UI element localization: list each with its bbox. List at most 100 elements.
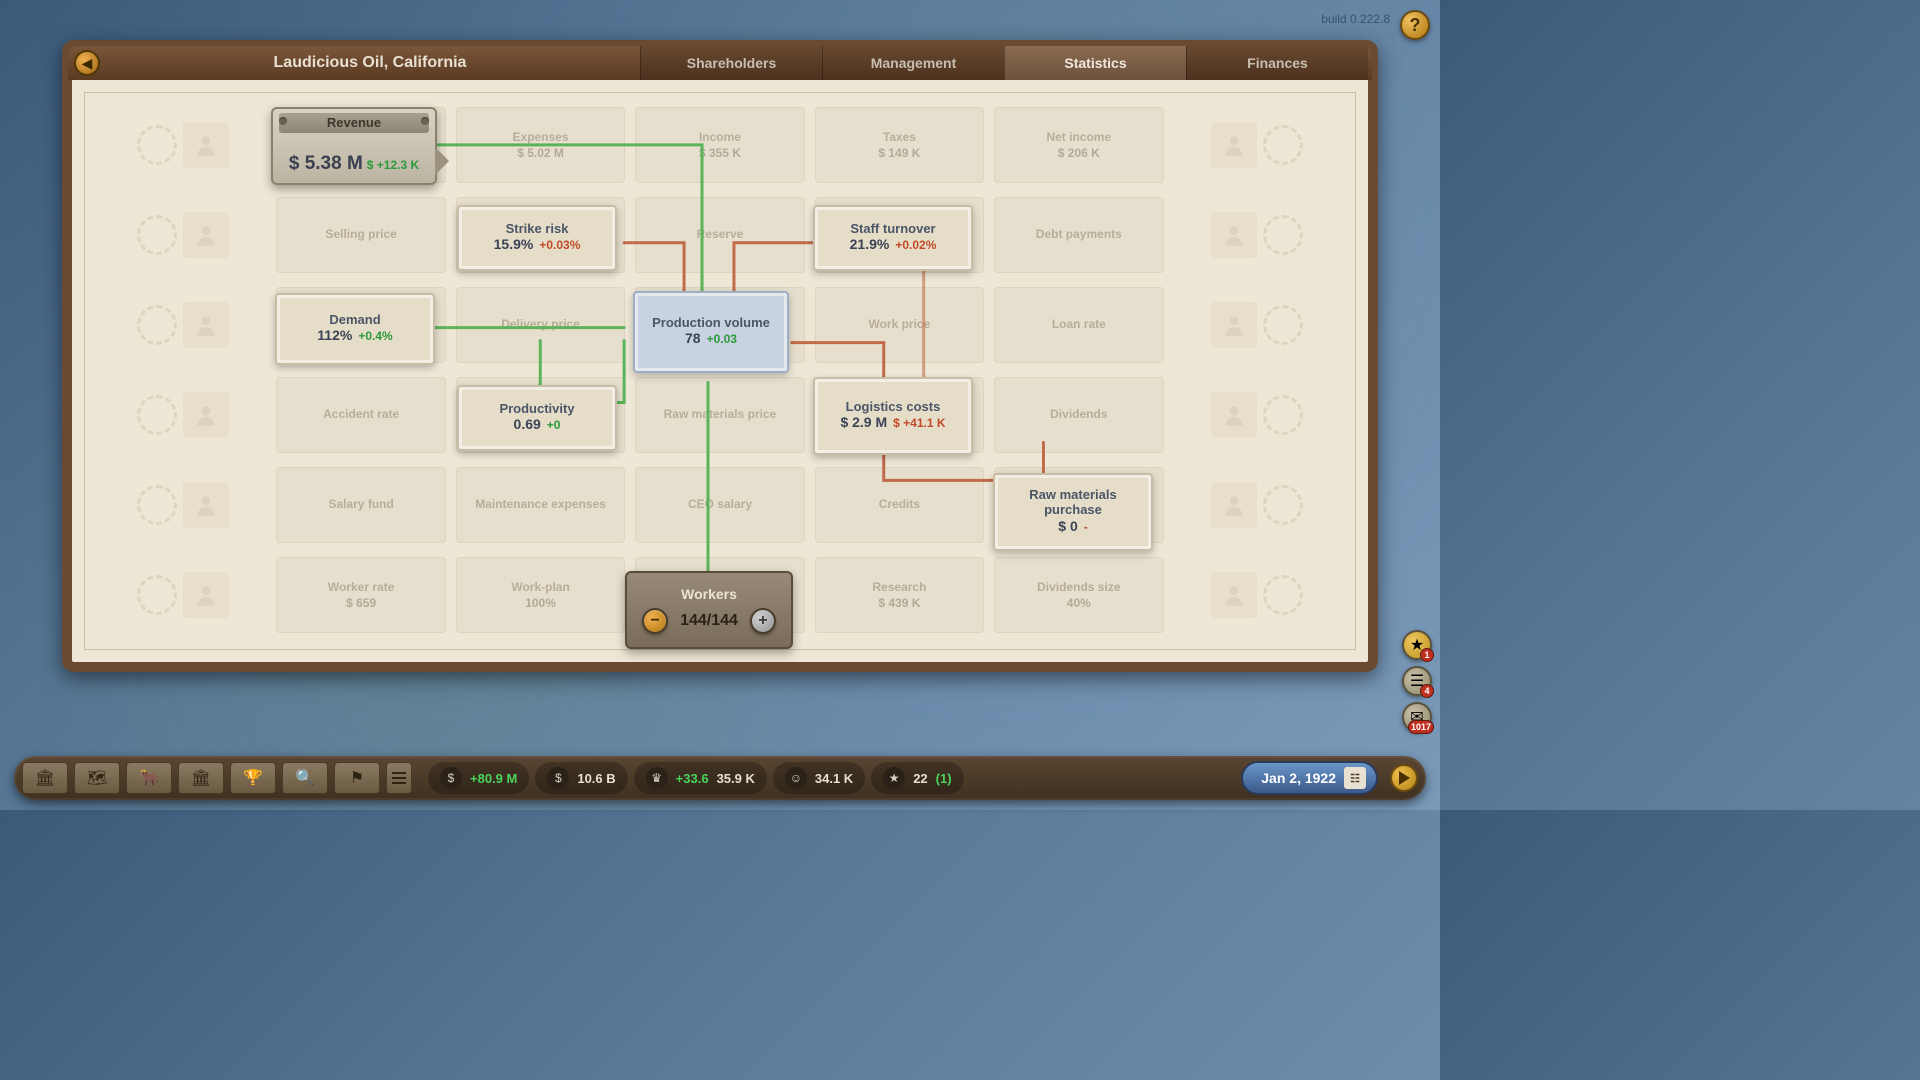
workers-decrease-button[interactable]: − — [642, 608, 668, 634]
magnifier-icon: 🔍 — [295, 768, 315, 788]
stat-balance[interactable]: $ 10.6 B — [535, 762, 627, 794]
hud-government-button[interactable]: 🏛 — [178, 762, 224, 794]
node-delta: +0 — [547, 418, 561, 432]
panel-header: ◀ Laudicious Oil, California Shareholder… — [68, 46, 1372, 80]
manager-slot — [99, 557, 266, 633]
bg-delivery-price: Delivery price — [456, 287, 625, 363]
panel-body: Expenses$ 5.02 M Income$ 355 K Taxes$ 14… — [84, 92, 1356, 650]
productivity-card[interactable]: Productivity 0.69 +0 — [457, 385, 617, 451]
logistics-costs-card[interactable]: Logistics costs $ 2.9 M$ +41.1 K — [813, 377, 973, 455]
strike-risk-card[interactable]: Strike risk 15.9%+0.03% — [457, 205, 617, 271]
bg-raw-materials-price: Raw materials price — [635, 377, 804, 453]
stat-cash[interactable]: $ +80.9 M — [428, 762, 529, 794]
bg-credits: Credits — [815, 467, 984, 543]
flag-icon: ⚑ — [350, 768, 364, 788]
mail-badge: 1017 — [1408, 720, 1434, 734]
cash-delta: +80.9 M — [470, 771, 517, 786]
node-label: Raw materials purchase — [1005, 488, 1141, 518]
panel-title: Laudicious Oil, California — [100, 54, 640, 72]
star-value: 22 — [913, 771, 927, 786]
node-delta: +0.03 — [707, 332, 737, 346]
revenue-label: Revenue — [279, 113, 429, 133]
people-icon: ☺ — [785, 767, 807, 789]
node-value: 21.9% — [850, 236, 890, 252]
hud-flag-button[interactable]: ⚑ — [334, 762, 380, 794]
manager-slot — [99, 377, 266, 453]
node-label: Productivity — [499, 402, 574, 417]
tab-shareholders[interactable]: Shareholders — [640, 46, 822, 80]
manager-slot — [99, 467, 266, 543]
build-version: build 0.222.8 — [1321, 12, 1390, 26]
map-icon: 🗺 — [87, 768, 107, 788]
crown-delta: +33.6 — [676, 771, 709, 786]
help-button[interactable]: ? — [1400, 10, 1430, 40]
date-display[interactable]: Jan 2, 1922 ☷ — [1241, 761, 1378, 795]
revenue-card[interactable]: Revenue $ 5.38 M$ +12.3 K — [271, 107, 437, 185]
favorites-button[interactable]: ★ 1 — [1402, 630, 1432, 660]
workers-label: Workers — [681, 586, 737, 602]
hud-map-button[interactable]: 🗺 — [74, 762, 120, 794]
cash-value: 10.6 B — [577, 771, 615, 786]
bg-reserve: Reserve — [635, 197, 804, 273]
node-delta: +0.02% — [895, 238, 936, 252]
tab-management[interactable]: Management — [822, 46, 1004, 80]
building-icon: 🏛 — [35, 768, 55, 788]
people-value: 34.1 K — [815, 771, 853, 786]
hud-market-button[interactable]: 🐂 — [126, 762, 172, 794]
calendar-button[interactable]: ☷ — [1344, 767, 1366, 789]
bottom-hud: 🏛 🗺 🐂 🏛 🏆 🔍 ⚑ $ +80.9 M $ 10.6 B ♛ +33.6… — [14, 756, 1426, 800]
play-button[interactable] — [1390, 764, 1418, 792]
production-volume-card[interactable]: Production volume 78+0.03 — [633, 291, 789, 373]
stat-population[interactable]: ☺ 34.1 K — [773, 762, 865, 794]
bg-work-plan: Work-plan100% — [456, 557, 625, 633]
workers-value: 144/144 — [680, 612, 738, 630]
date-text: Jan 2, 1922 — [1261, 770, 1336, 786]
news-button[interactable]: ☰ 4 — [1402, 666, 1432, 696]
bull-icon: 🐂 — [139, 768, 159, 788]
workers-card: Workers − 144/144 + — [625, 571, 793, 649]
manager-slot — [1174, 197, 1341, 273]
tab-finances[interactable]: Finances — [1186, 46, 1368, 80]
workers-increase-button[interactable]: + — [750, 608, 776, 634]
manager-slot — [1174, 467, 1341, 543]
tab-statistics[interactable]: Statistics — [1004, 46, 1186, 80]
revenue-value: $ 5.38 M$ +12.3 K — [273, 153, 435, 175]
stat-rating[interactable]: ★ 22 (1) — [871, 762, 963, 794]
star-extra: (1) — [936, 771, 952, 786]
chevron-right-icon — [435, 147, 449, 175]
hud-menu-button[interactable] — [386, 762, 412, 794]
mail-button[interactable]: ✉ 1017 — [1402, 702, 1432, 732]
bg-salary-fund: Salary fund — [276, 467, 445, 543]
manager-slot — [1174, 107, 1341, 183]
node-value: 78 — [685, 330, 701, 346]
raw-materials-purchase-card[interactable]: Raw materials purchase $ 0- — [993, 473, 1153, 551]
manager-slot — [99, 197, 266, 273]
node-delta: - — [1084, 520, 1088, 534]
bg-ceo-salary: CEO salary — [635, 467, 804, 543]
back-button[interactable]: ◀ — [74, 50, 100, 76]
node-value: 112% — [317, 327, 352, 343]
stat-prestige[interactable]: ♛ +33.6 35.9 K — [634, 762, 767, 794]
star-icon: ★ — [883, 767, 905, 789]
panel-tabs: Shareholders Management Statistics Finan… — [640, 46, 1372, 80]
bg-taxes: Taxes$ 149 K — [815, 107, 984, 183]
demand-card[interactable]: Demand 112% +0.4% — [275, 293, 435, 365]
calendar-icon: ☷ — [1350, 772, 1360, 785]
dollar-icon: $ — [547, 767, 569, 789]
node-value: 15.9% — [494, 236, 534, 252]
node-delta: +0.4% — [358, 329, 392, 343]
node-value: $ 0 — [1058, 518, 1077, 534]
favorites-badge: 1 — [1420, 648, 1434, 662]
hud-awards-button[interactable]: 🏆 — [230, 762, 276, 794]
bg-dividends: Dividends — [994, 377, 1163, 453]
node-label: Demand — [329, 313, 380, 328]
hud-search-button[interactable]: 🔍 — [282, 762, 328, 794]
hud-building-button[interactable]: 🏛 — [22, 762, 68, 794]
manager-slot — [99, 107, 266, 183]
bg-research: Research$ 439 K — [815, 557, 984, 633]
node-value: 0.69 — [514, 416, 541, 432]
staff-turnover-card[interactable]: Staff turnover 21.9%+0.02% — [813, 205, 973, 271]
node-label: Logistics costs — [846, 400, 941, 415]
bg-income: Income$ 355 K — [635, 107, 804, 183]
laurel-icon: 🏆 — [243, 768, 263, 788]
